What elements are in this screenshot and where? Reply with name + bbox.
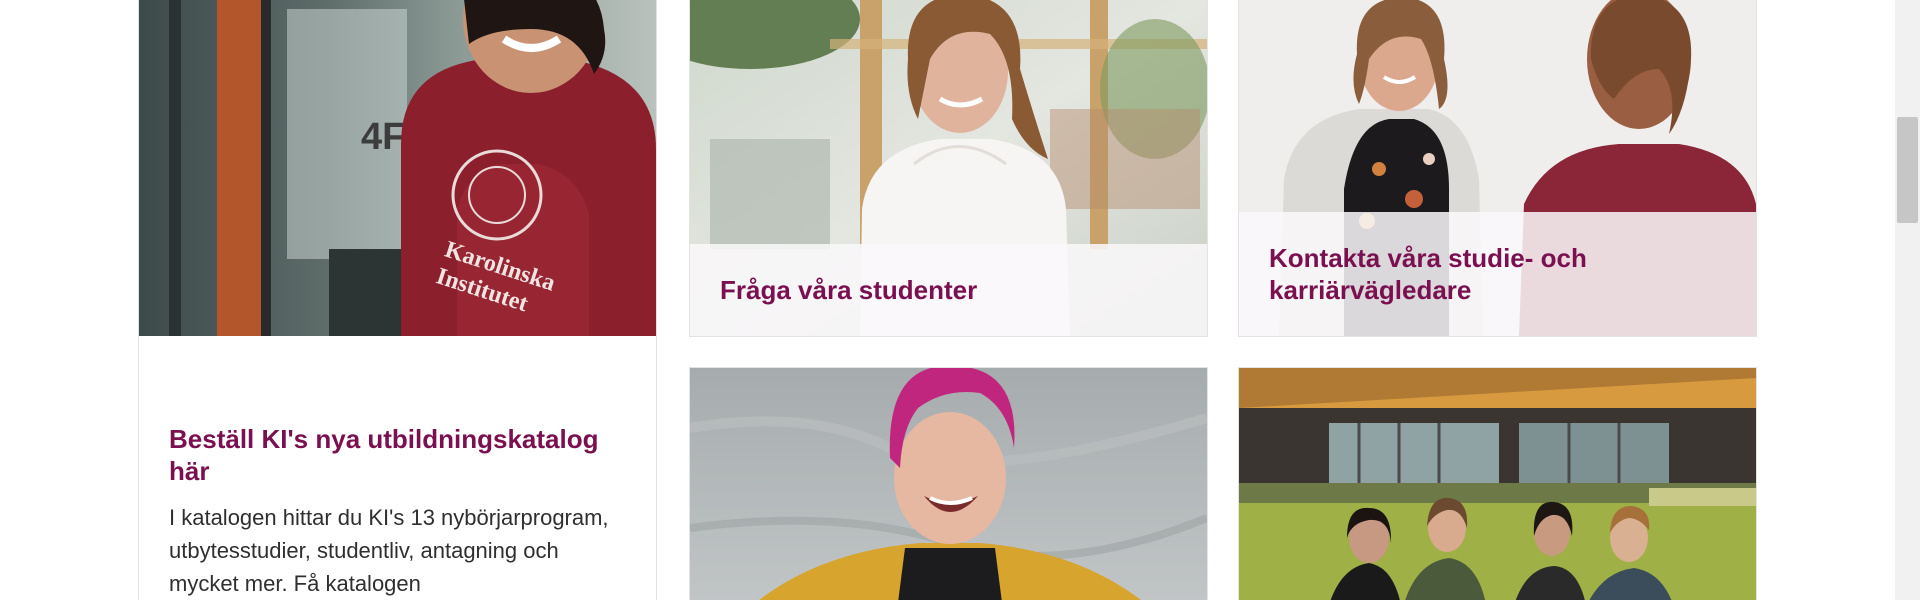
ask-students-card[interactable]: Fråga våra studenter (689, 0, 1208, 337)
scrollbar-track[interactable] (1895, 0, 1920, 600)
catalog-description: I katalogen hittar du KI's 13 nybörjarpr… (169, 505, 609, 596)
page: 4F Karolinska Institutet Beställ KI's ny… (0, 0, 1920, 600)
students-on-lawn-photo (1239, 368, 1756, 600)
contact-advisors-overlay: Kontakta våra studie- och karriärvägleda… (1239, 212, 1756, 336)
ask-students-overlay: Fråga våra studenter (690, 244, 1207, 336)
student-hoodie-photo: 4F Karolinska Institutet (139, 0, 656, 336)
svg-text:4F: 4F (361, 116, 405, 158)
catalog-title[interactable]: Beställ KI's nya utbildningskatalog här (169, 423, 626, 487)
catalog-card[interactable]: 4F Karolinska Institutet Beställ KI's ny… (138, 0, 657, 600)
catalog-text-block: Beställ KI's nya utbildningskatalog här … (169, 423, 626, 600)
ask-students-title[interactable]: Fråga våra studenter (720, 274, 977, 306)
campus-group-card[interactable] (1238, 367, 1757, 600)
contact-advisors-card[interactable]: Kontakta våra studie- och karriärvägleda… (1238, 0, 1757, 337)
pink-hair-student-photo (690, 368, 1207, 600)
scrollbar-thumb[interactable] (1897, 117, 1918, 223)
student-portrait-card[interactable] (689, 367, 1208, 600)
contact-advisors-title[interactable]: Kontakta våra studie- och karriärvägleda… (1269, 242, 1726, 306)
